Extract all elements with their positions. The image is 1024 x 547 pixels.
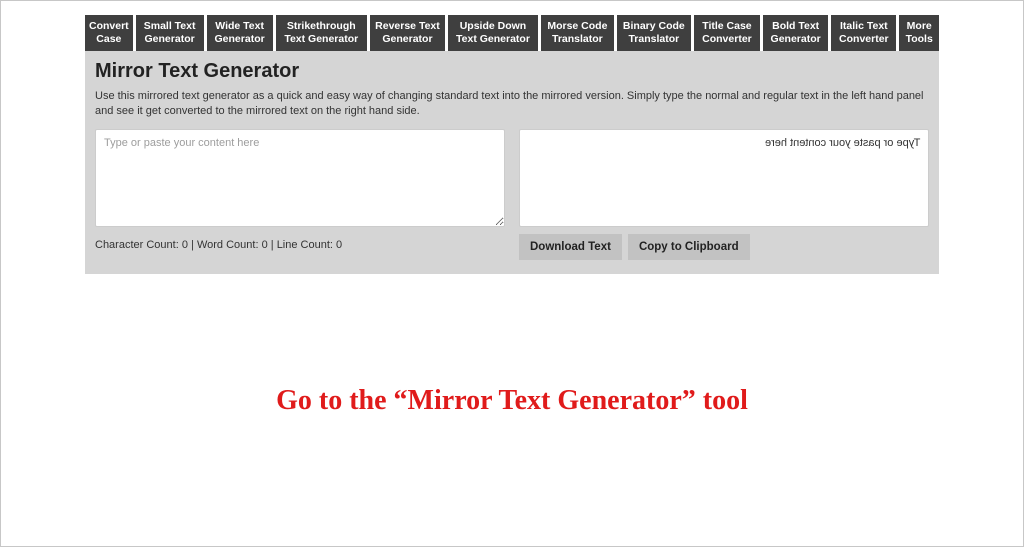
word-count-label: Word Count <box>197 239 256 251</box>
nav-item-reverse-text[interactable]: Reverse Text Generator <box>370 15 445 51</box>
stats-line: Character Count: 0 | Word Count: 0 | Lin… <box>95 239 505 251</box>
copy-to-clipboard-button[interactable]: Copy to Clipboard <box>628 234 750 260</box>
page-description: Use this mirrored text generator as a qu… <box>95 89 929 119</box>
content-area: Mirror Text Generator Use this mirrored … <box>85 51 939 274</box>
page-title: Mirror Text Generator <box>95 60 929 83</box>
nav-item-binary-code[interactable]: Binary Code Translator <box>617 15 691 51</box>
nav-item-title-case[interactable]: Title Case Converter <box>694 15 760 51</box>
input-textarea[interactable] <box>95 129 505 227</box>
line-count-value: 0 <box>336 239 342 251</box>
char-count-value: 0 <box>182 239 188 251</box>
line-count-label: Line Count <box>277 239 330 251</box>
output-mirror-text: Type or paste your content here <box>765 137 920 149</box>
nav-item-morse-code[interactable]: Morse Code Translator <box>541 15 614 51</box>
page-container: Convert Case Small Text Generator Wide T… <box>1 1 1023 274</box>
nav-item-bold-text[interactable]: Bold Text Generator <box>763 15 828 51</box>
nav-item-italic-text[interactable]: Italic Text Converter <box>831 15 896 51</box>
nav-item-wide-text[interactable]: Wide Text Generator <box>207 15 273 51</box>
nav-item-strikethrough-text[interactable]: Strikethrough Text Generator <box>276 15 367 51</box>
download-text-button[interactable]: Download Text <box>519 234 622 260</box>
word-count-value: 0 <box>262 239 268 251</box>
instruction-annotation: Go to the “Mirror Text Generator” tool <box>1 385 1023 417</box>
nav-item-small-text[interactable]: Small Text Generator <box>136 15 204 51</box>
text-panes: Character Count: 0 | Word Count: 0 | Lin… <box>95 129 929 260</box>
char-count-label: Character Count <box>95 239 176 251</box>
top-nav: Convert Case Small Text Generator Wide T… <box>85 15 939 51</box>
nav-item-more-tools[interactable]: More Tools <box>899 15 939 51</box>
nav-item-convert-case[interactable]: Convert Case <box>85 15 133 51</box>
output-mirror-box: Type or paste your content here <box>519 129 929 227</box>
nav-item-upside-down-text[interactable]: Upside Down Text Generator <box>448 15 538 51</box>
